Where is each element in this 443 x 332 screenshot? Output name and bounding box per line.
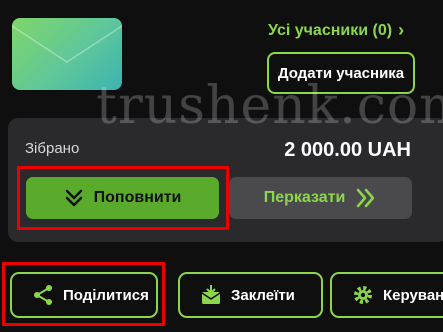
gear-icon xyxy=(352,284,374,306)
paste-button[interactable]: Заклеїти xyxy=(178,272,323,318)
envelope-download-icon xyxy=(200,284,222,306)
paste-label: Заклеїти xyxy=(231,286,295,304)
transfer-button[interactable]: Перказати xyxy=(229,177,412,219)
double-chevron-right-icon xyxy=(355,187,377,209)
collected-amount: 2 000.00 UAH xyxy=(284,139,411,161)
transfer-label: Перказати xyxy=(263,189,346,206)
jar-thumbnail[interactable] xyxy=(12,18,122,90)
members-link-label: Усі учасники (0) xyxy=(268,21,393,39)
topup-button[interactable]: Поповнити xyxy=(26,177,219,219)
manage-button[interactable]: Керуванн xyxy=(330,272,443,318)
add-member-label: Додати учасника xyxy=(277,64,405,82)
double-chevron-down-icon xyxy=(64,188,84,208)
all-members-link[interactable]: Усі учасники (0) › xyxy=(268,20,404,41)
share-icon xyxy=(32,284,54,306)
envelope-icon xyxy=(12,25,122,63)
topup-label: Поповнити xyxy=(93,189,182,206)
manage-label: Керуванн xyxy=(383,286,443,304)
collected-label: Зібрано xyxy=(25,140,80,157)
share-button[interactable]: Поділитися xyxy=(10,272,158,318)
add-member-button[interactable]: Додати учасника xyxy=(267,52,415,94)
share-label: Поділитися xyxy=(63,286,149,304)
chevron-right-icon: › xyxy=(398,20,405,40)
